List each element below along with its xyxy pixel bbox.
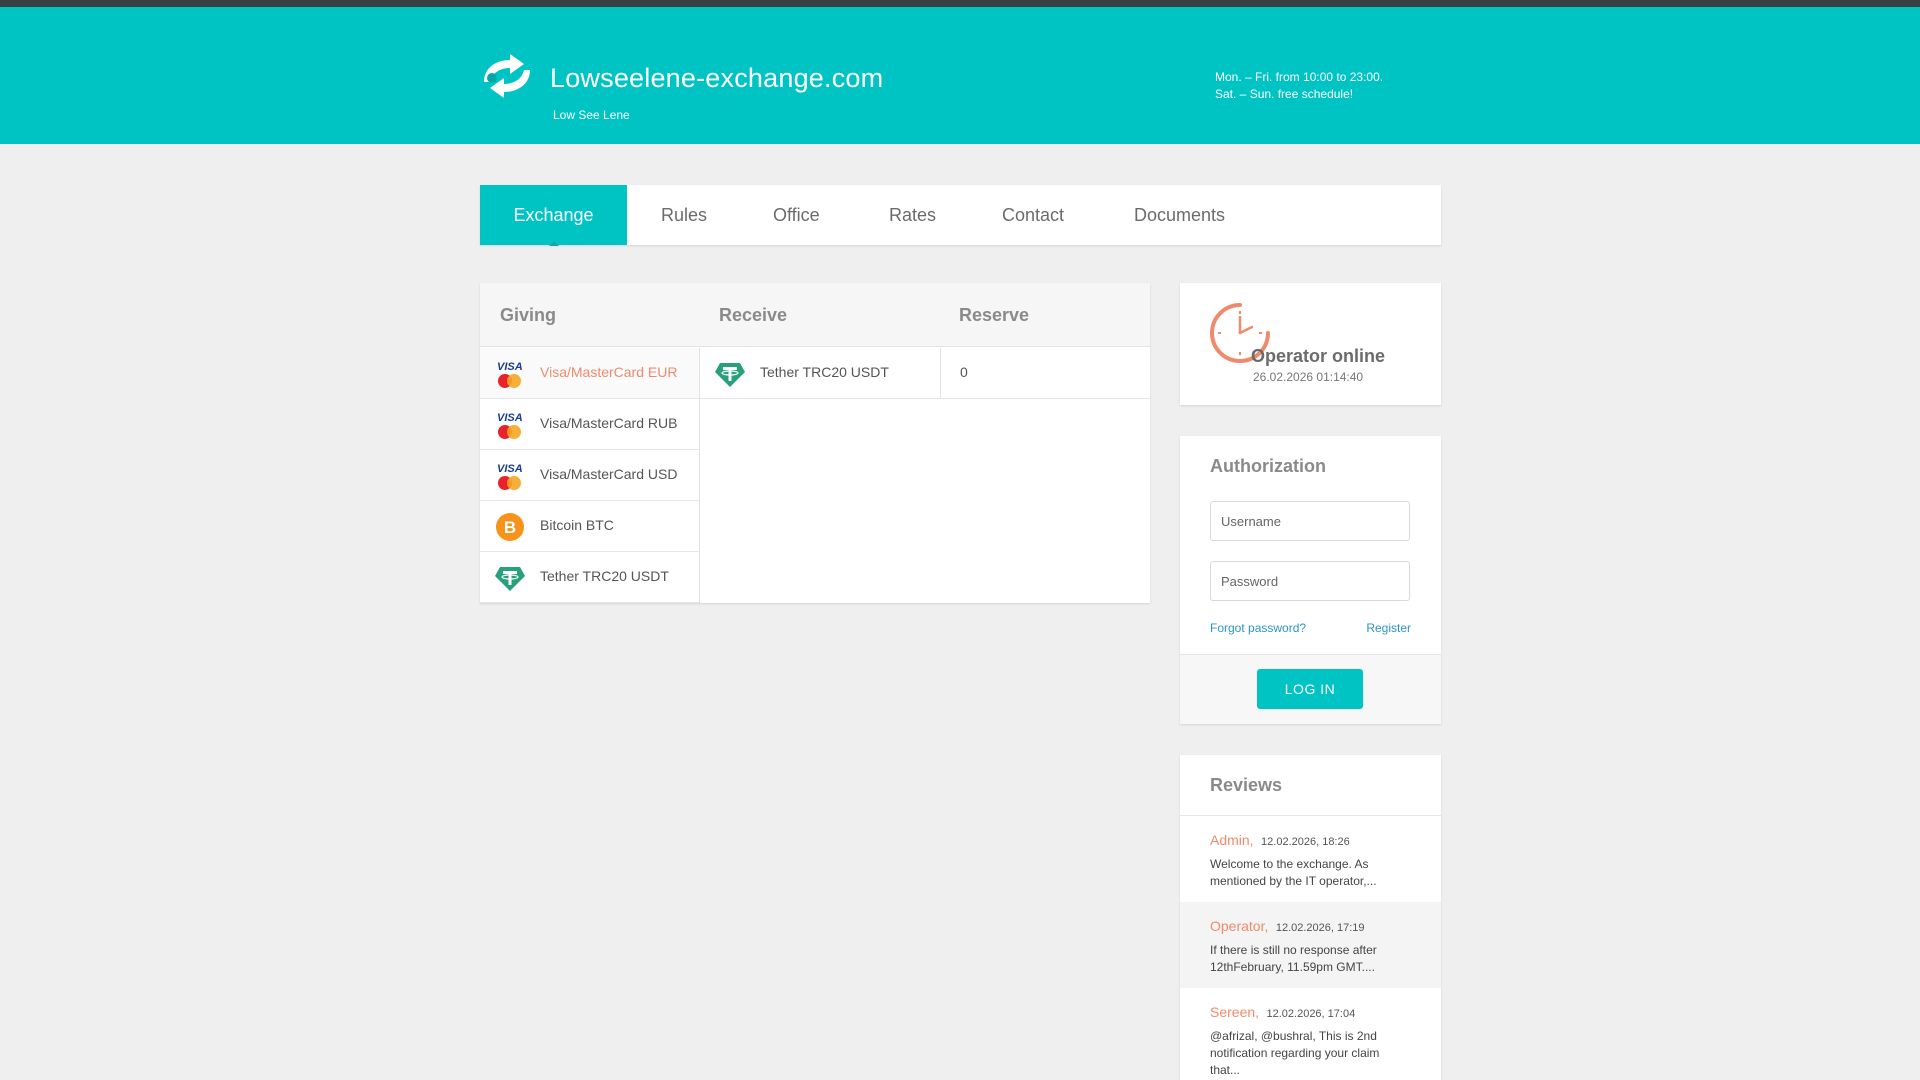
operator-datetime: 26.02.2026 01:14:40 [1253,370,1364,384]
exchange-table: Giving Receive Reserve VISA Visa/MasterC… [480,283,1150,603]
nav-documents[interactable]: Documents [1134,185,1225,245]
review-author[interactable]: Sereen, [1210,1004,1259,1020]
exchange-table-header: Giving Receive Reserve [480,283,1150,347]
exchange-arrows-logo-icon[interactable] [478,52,536,98]
giving-item-label: Visa/MasterCard EUR [540,364,678,380]
register-link[interactable]: Register [1366,621,1411,635]
top-bar [0,0,1920,7]
svg-text:VISA: VISA [497,463,523,475]
reserve-value: 0 [960,364,968,380]
hours-weekend: Sat. – Sun. free schedule! [1215,87,1354,101]
receive-row[interactable]: Tether TRC20 USDT 0 [700,348,1150,399]
tether-icon [715,363,745,387]
review-item[interactable]: Operator, 12.02.2026, 17:19 If there is … [1180,902,1441,988]
tether-icon [495,567,525,591]
reviews-card: Reviews Admin, 12.02.2026, 18:26 Welcome… [1180,755,1441,1080]
svg-text:VISA: VISA [497,361,523,373]
review-meta: Sereen, 12.02.2026, 17:04 [1210,1004,1355,1022]
main-nav: Exchange Rules Office Rates Contact Docu… [480,185,1441,246]
authorization-card: Authorization Forgot password? Register … [1180,436,1441,724]
review-date: 12.02.2026, 17:04 [1266,1008,1356,1020]
review-text: @afrizal, @bushral, This is 2nd notifica… [1210,1029,1380,1077]
review-meta: Admin, 12.02.2026, 18:26 [1210,832,1350,850]
operator-status-card: Operator online 26.02.2026 01:14:40 [1180,283,1441,405]
giving-item-label: Tether TRC20 USDT [540,568,669,584]
review-author[interactable]: Operator, [1210,918,1268,934]
giving-item[interactable]: B Bitcoin BTC [480,501,699,552]
authorization-title: Authorization [1210,456,1326,476]
giving-item-label: Visa/MasterCard USD [540,466,678,482]
site-title[interactable]: Lowseelene-exchange.com [550,63,883,94]
username-input[interactable] [1210,501,1410,541]
nav-rules[interactable]: Rules [661,185,707,245]
giving-list: VISA Visa/MasterCard EUR VISA Visa/Maste… [480,348,700,603]
authorization-footer: LOG IN [1180,654,1441,724]
review-date: 12.02.2026, 18:26 [1261,836,1350,848]
visa-mastercard-icon: VISA [497,361,523,388]
giving-item[interactable]: Tether TRC20 USDT [480,552,699,603]
site-header: Lowseelene-exchange.com Low See Lene Mon… [0,7,1920,144]
review-date: 12.02.2026, 17:19 [1275,922,1365,934]
column-divider [940,348,941,399]
password-input[interactable] [1210,561,1410,601]
receive-item-label: Tether TRC20 USDT [760,364,889,380]
review-text: If there is still no response after 12th… [1210,943,1377,974]
operator-status: Operator online [1251,346,1386,366]
giving-item-label: Bitcoin BTC [540,517,614,533]
review-item[interactable]: Admin, 12.02.2026, 18:26 Welcome to the … [1180,816,1441,902]
review-item[interactable]: Sereen, 12.02.2026, 17:04 @afrizal, @bus… [1180,988,1441,1080]
nav-rates[interactable]: Rates [889,185,936,245]
reviews-title[interactable]: Reviews [1210,775,1282,796]
bitcoin-icon: B [496,513,524,541]
hours-weekdays: Mon. – Fri. from 10:00 to 23:00. [1215,70,1384,84]
giving-item[interactable]: VISA Visa/MasterCard EUR [480,348,699,399]
svg-text:B: B [504,518,516,537]
nav-office[interactable]: Office [773,185,820,245]
forgot-password-link[interactable]: Forgot password? [1210,621,1306,635]
giving-item-label: Visa/MasterCard RUB [540,415,678,431]
review-meta: Operator, 12.02.2026, 17:19 [1210,918,1365,936]
visa-mastercard-icon: VISA [497,412,523,439]
nav-exchange[interactable]: Exchange [480,185,627,246]
nav-contact[interactable]: Contact [1002,185,1064,245]
visa-mastercard-icon: VISA [497,463,523,490]
review-text: Welcome to the exchange. As mentioned by… [1210,857,1377,888]
header-giving: Giving [500,305,557,325]
header-receive: Receive [719,305,788,325]
giving-item[interactable]: VISA Visa/MasterCard USD [480,450,699,501]
review-author[interactable]: Admin, [1210,832,1254,848]
svg-text:VISA: VISA [497,412,523,424]
site-subtitle: Low See Lene [553,108,630,122]
header-reserve: Reserve [959,305,1030,325]
working-hours: Mon. – Fri. from 10:00 to 23:00. Sat. – … [1215,69,1383,103]
login-button[interactable]: LOG IN [1257,669,1363,709]
giving-item[interactable]: VISA Visa/MasterCard RUB [480,399,699,450]
